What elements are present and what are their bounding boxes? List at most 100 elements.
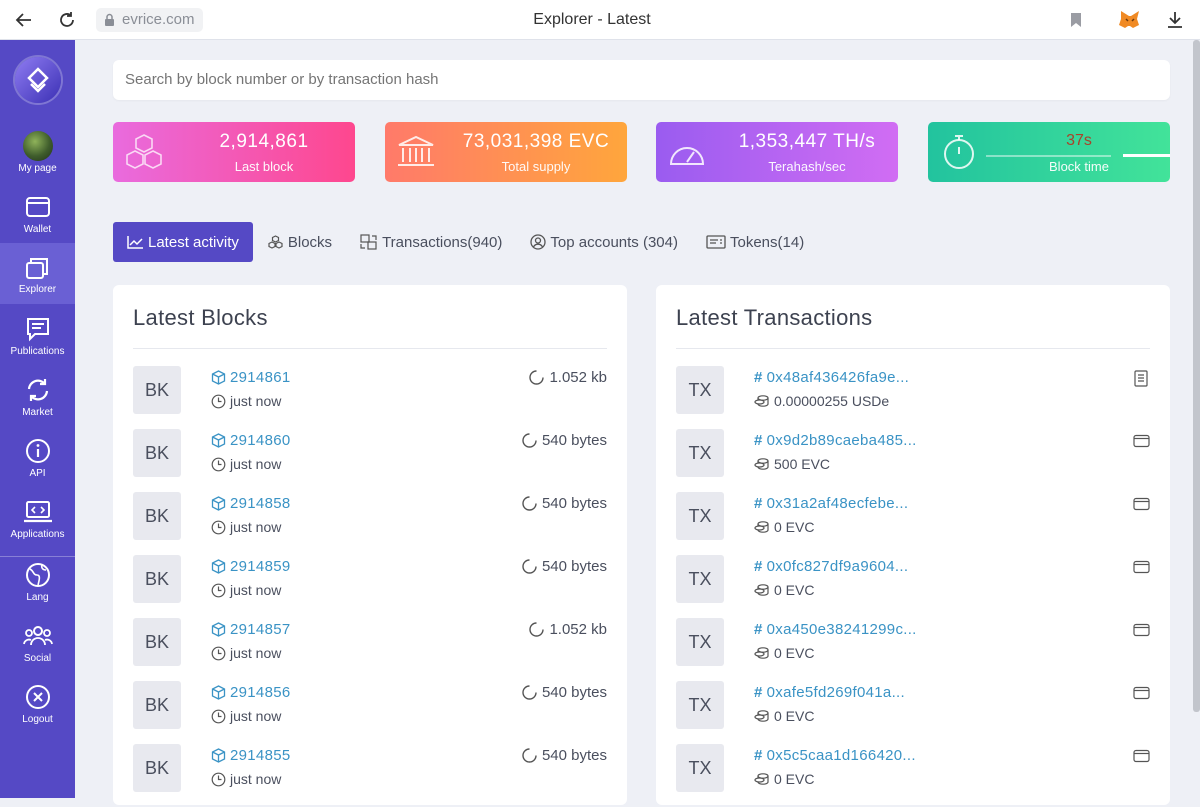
sidebar-item-label: Applications bbox=[10, 529, 65, 540]
block-number-link[interactable]: 2914859 bbox=[211, 558, 291, 575]
block-time-text: just now bbox=[230, 456, 282, 472]
transaction-amount: 0 EVC bbox=[754, 582, 814, 598]
search-input[interactable] bbox=[113, 60, 1170, 100]
block-number: 2914856 bbox=[230, 684, 291, 701]
block-time-text: just now bbox=[230, 393, 282, 409]
sidebar-item-lang[interactable]: Lang bbox=[0, 554, 75, 614]
block-badge: BK bbox=[133, 492, 181, 540]
clock-icon bbox=[211, 394, 226, 408]
transaction-badge: TX bbox=[676, 618, 724, 666]
transaction-row[interactable]: TX # 0xafe5fd269f041a... 0 EVC bbox=[676, 681, 1150, 744]
stat-value: 73,031,398 EVC bbox=[462, 131, 610, 152]
wallet-icon bbox=[23, 192, 53, 222]
tab-label: Tokens(14) bbox=[729, 233, 805, 251]
sidebar-item-logout[interactable]: Logout bbox=[0, 676, 75, 736]
download-icon[interactable] bbox=[1163, 8, 1187, 32]
evrice-logo[interactable] bbox=[15, 57, 61, 103]
layers-icon bbox=[23, 252, 53, 282]
metamask-fox-icon[interactable] bbox=[1118, 8, 1142, 32]
tab-tokens[interactable]: Tokens(14) bbox=[692, 222, 818, 262]
tab-latest-activity[interactable]: Latest activity bbox=[113, 222, 253, 262]
block-size-text: 1.052 kb bbox=[549, 621, 607, 638]
sidebar-item-label: Wallet bbox=[23, 224, 52, 235]
bookmark-icon[interactable] bbox=[1064, 8, 1088, 32]
block-size: 540 bytes bbox=[522, 684, 607, 701]
block-row[interactable]: BK 2914858 just now 540 bytes bbox=[133, 492, 607, 555]
block-number-link[interactable]: 2914858 bbox=[211, 495, 291, 512]
block-badge: BK bbox=[133, 555, 181, 603]
transaction-amount-text: 0 EVC bbox=[774, 771, 815, 787]
coins-icon bbox=[754, 584, 769, 596]
block-number-link[interactable]: 2914857 bbox=[211, 621, 291, 638]
transaction-hash-link[interactable]: # 0xafe5fd269f041a... bbox=[754, 684, 905, 701]
clock-icon bbox=[211, 457, 226, 471]
tab-label: Top accounts (304) bbox=[550, 233, 678, 251]
transaction-badge: TX bbox=[676, 366, 724, 414]
spinner-icon bbox=[522, 685, 537, 700]
block-number-link[interactable]: 2914861 bbox=[211, 369, 291, 386]
transaction-badge: TX bbox=[676, 555, 724, 603]
block-number-link[interactable]: 2914860 bbox=[211, 432, 291, 449]
block-row[interactable]: BK 2914861 just now 1.052 kb bbox=[133, 366, 607, 429]
cubes-icon bbox=[123, 132, 165, 172]
stat-card-last-block: 2,914,861 Last block bbox=[113, 122, 355, 182]
hash-icon: # bbox=[754, 432, 763, 449]
block-row[interactable]: BK 2914857 just now 1.052 kb bbox=[133, 618, 607, 681]
transaction-row[interactable]: TX # 0xa450e38241299c... 0 EVC bbox=[676, 618, 1150, 681]
sidebar-item-api[interactable]: API bbox=[0, 430, 75, 490]
transaction-type-icon bbox=[1132, 558, 1150, 576]
stat-card-hashrate: 1,353,447 TH/s Terahash/sec bbox=[656, 122, 898, 182]
transaction-amount-text: 0 EVC bbox=[774, 582, 815, 598]
wallet-icon bbox=[1132, 560, 1150, 574]
block-number: 2914859 bbox=[230, 558, 291, 575]
tab-blocks[interactable]: Blocks bbox=[253, 222, 346, 262]
block-row[interactable]: BK 2914860 just now 540 bytes bbox=[133, 429, 607, 492]
main-content: 2,914,861 Last block 73,031,398 EVC Tota… bbox=[75, 40, 1200, 805]
panel-title: Latest Blocks bbox=[133, 305, 268, 330]
block-number-link[interactable]: 2914856 bbox=[211, 684, 291, 701]
sidebar-item-applications[interactable]: Applications bbox=[0, 491, 75, 551]
block-time-text: just now bbox=[230, 708, 282, 724]
transaction-row[interactable]: TX # 0x9d2b89caeba485... 500 EVC bbox=[676, 429, 1150, 492]
transaction-hash-link[interactable]: # 0x9d2b89caeba485... bbox=[754, 432, 917, 449]
block-size: 1.052 kb bbox=[529, 621, 607, 638]
transaction-row[interactable]: TX # 0x31a2af48ecfebe... 0 EVC bbox=[676, 492, 1150, 555]
block-row[interactable]: BK 2914859 just now 540 bytes bbox=[133, 555, 607, 618]
block-size-text: 540 bytes bbox=[541, 747, 607, 764]
globe-icon bbox=[23, 560, 53, 590]
scrollbar[interactable] bbox=[1193, 40, 1200, 712]
tab-transactions[interactable]: Transactions(940) bbox=[346, 222, 516, 262]
latest-blocks-panel: Latest Blocks BK 2914861 just now 1.052 … bbox=[113, 285, 627, 805]
sidebar-item-my-page[interactable]: My page bbox=[0, 125, 75, 185]
transaction-row[interactable]: TX # 0x0fc827df9a9604... 0 EVC bbox=[676, 555, 1150, 618]
block-time: just now bbox=[211, 519, 281, 535]
transaction-row[interactable]: TX # 0x48af436426fa9e... 0.00000255 USDe bbox=[676, 366, 1150, 429]
sidebar-item-publications[interactable]: Publications bbox=[0, 308, 75, 368]
sidebar-item-social[interactable]: Social bbox=[0, 615, 75, 675]
tab-label: Blocks bbox=[287, 233, 333, 251]
block-number: 2914858 bbox=[230, 495, 291, 512]
sidebar-item-market[interactable]: Market bbox=[0, 369, 75, 429]
tab-label: Latest activity bbox=[148, 233, 239, 251]
transaction-amount: 0 EVC bbox=[754, 771, 814, 787]
transaction-hash-link[interactable]: # 0x48af436426fa9e... bbox=[754, 369, 909, 386]
transaction-hash-link[interactable]: # 0xa450e38241299c... bbox=[754, 621, 917, 638]
transaction-hash-link[interactable]: # 0x5c5caa1d166420... bbox=[754, 747, 916, 764]
sidebar-item-wallet[interactable]: Wallet bbox=[0, 186, 75, 246]
transaction-amount: 0 EVC bbox=[754, 519, 814, 535]
stat-label: Total supply bbox=[501, 159, 571, 174]
stat-value: 1,353,447 TH/s bbox=[738, 131, 876, 152]
block-row[interactable]: BK 2914856 just now 540 bytes bbox=[133, 681, 607, 744]
block-size-text: 1.052 kb bbox=[549, 369, 607, 386]
wallet-icon bbox=[1132, 497, 1150, 511]
sidebar-item-explorer[interactable]: Explorer bbox=[0, 243, 75, 304]
wallet-icon bbox=[1132, 686, 1150, 700]
hash-icon: # bbox=[754, 747, 763, 764]
transaction-hash-link[interactable]: # 0x31a2af48ecfebe... bbox=[754, 495, 908, 512]
clock-icon bbox=[211, 772, 226, 786]
panel-divider bbox=[676, 348, 1150, 349]
block-number-link[interactable]: 2914855 bbox=[211, 747, 291, 764]
tab-top-accounts[interactable]: Top accounts (304) bbox=[516, 222, 692, 262]
transaction-hash-link[interactable]: # 0x0fc827df9a9604... bbox=[754, 558, 908, 575]
block-time: just now bbox=[211, 645, 281, 661]
